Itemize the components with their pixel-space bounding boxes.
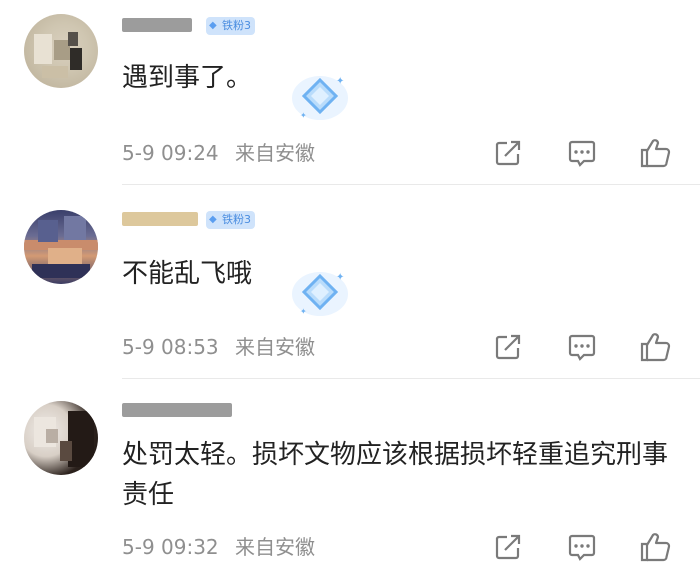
share-icon xyxy=(495,534,521,560)
comment-text: 处罚太轻。损坏文物应该根据损坏轻重追究刑事责任 xyxy=(122,440,669,510)
share-button[interactable] xyxy=(491,330,525,364)
svg-text:✦: ✦ xyxy=(300,111,307,120)
share-button[interactable] xyxy=(491,136,525,170)
thumbs-up-icon xyxy=(640,533,671,562)
username[interactable] xyxy=(122,14,202,36)
comment-item: 铁粉3 不能乱飞哦 ✦ ✦ 5-9 08:53 来自安徽 xyxy=(0,186,700,378)
fan-badge: 铁粉3 xyxy=(206,211,255,229)
comment-item: 铁粉3 遇到事了。 ✦ ✦ 5-9 09:24 来自安徽 xyxy=(0,0,700,185)
share-icon xyxy=(495,140,521,166)
share-button[interactable] xyxy=(491,530,525,564)
comment-item: 处罚太轻。损坏文物应该根据损坏轻重追究刑事责任 5-9 09:32 来自安徽 xyxy=(0,379,700,569)
like-button[interactable] xyxy=(638,136,672,170)
diamond-sticker-icon: ✦ ✦ xyxy=(290,68,350,124)
username[interactable] xyxy=(122,208,202,230)
reply-button[interactable] xyxy=(565,330,599,364)
comment-actions xyxy=(0,330,700,364)
comment-icon xyxy=(568,140,596,167)
reply-button[interactable] xyxy=(565,530,599,564)
divider xyxy=(122,184,700,185)
thumbs-up-icon xyxy=(640,333,671,362)
like-button[interactable] xyxy=(638,330,672,364)
svg-text:✦: ✦ xyxy=(336,76,344,87)
fan-badge: 铁粉3 xyxy=(206,17,255,35)
comment-actions xyxy=(0,136,700,170)
comment-text: 遇到事了。 xyxy=(122,63,253,93)
like-button[interactable] xyxy=(638,530,672,564)
comment-text: 不能乱飞哦 xyxy=(122,259,253,289)
reply-button[interactable] xyxy=(565,136,599,170)
svg-text:✦: ✦ xyxy=(300,307,307,316)
comment-actions xyxy=(0,530,700,564)
comment-icon xyxy=(568,534,596,561)
comment-icon xyxy=(568,334,596,361)
diamond-sticker-icon: ✦ ✦ xyxy=(290,264,350,320)
avatar[interactable] xyxy=(24,401,98,475)
avatar[interactable] xyxy=(24,14,98,88)
avatar[interactable] xyxy=(24,210,98,284)
username[interactable] xyxy=(122,399,232,421)
svg-text:✦: ✦ xyxy=(336,272,344,283)
share-icon xyxy=(495,334,521,360)
thumbs-up-icon xyxy=(640,139,671,168)
